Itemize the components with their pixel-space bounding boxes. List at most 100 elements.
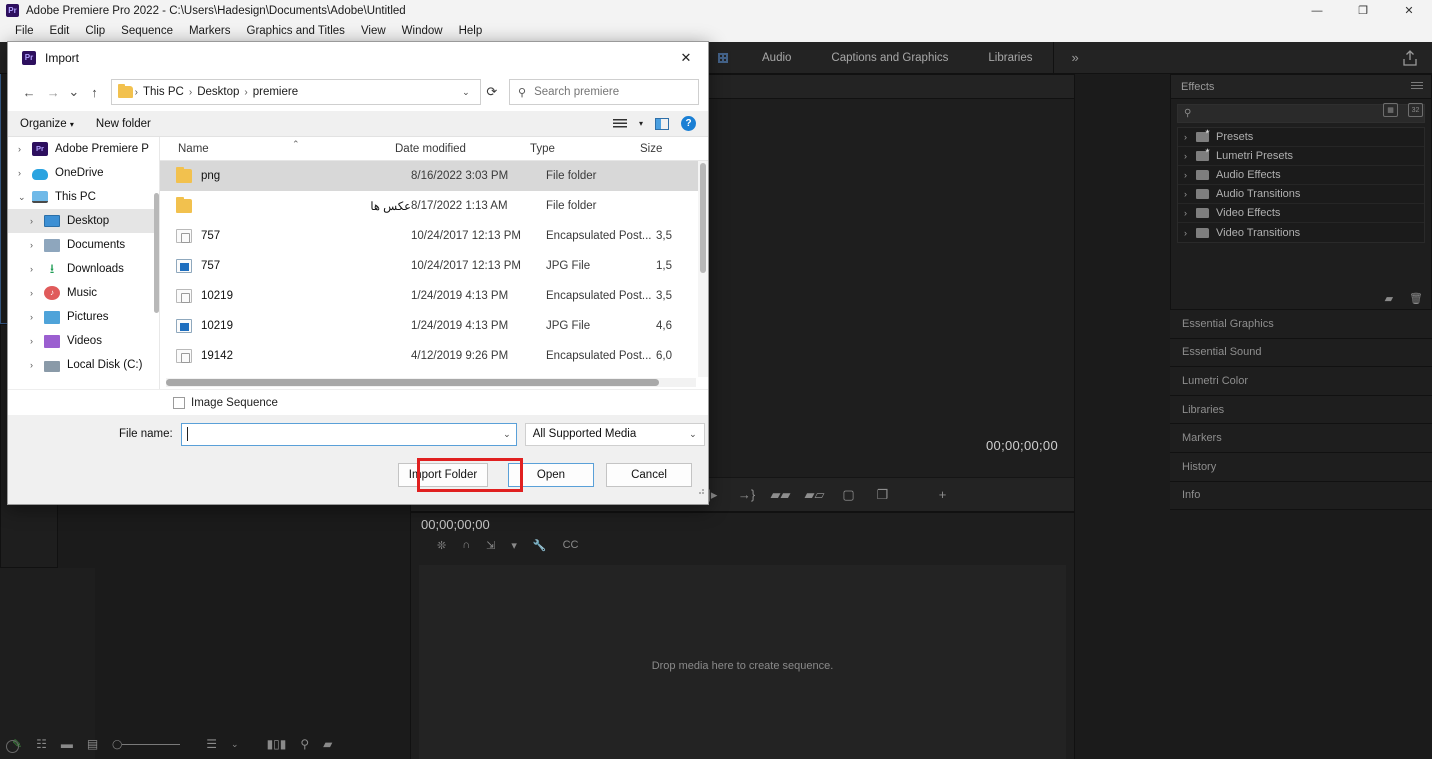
breadcrumb[interactable]: › This PC › Desktop › premiere ⌄: [110, 79, 481, 105]
menu-window[interactable]: Window: [394, 21, 451, 42]
column-header-size[interactable]: Size: [640, 143, 680, 155]
tree-item-local-disk-c[interactable]: › Local Disk (C:): [8, 353, 159, 377]
workspace-overflow-icon[interactable]: »: [1054, 50, 1097, 65]
menu-edit[interactable]: Edit: [42, 21, 78, 42]
table-row[interactable]: 757 10/24/2017 12:13 PM JPG File 1,5: [160, 251, 708, 281]
tab-libraries[interactable]: Libraries: [968, 42, 1052, 74]
timeline-drop-area[interactable]: Drop media here to create sequence.: [419, 565, 1066, 759]
chevron-down-icon[interactable]: ▾: [639, 119, 643, 128]
effects-item-presets[interactable]: › Presets: [1178, 128, 1424, 147]
find-icon[interactable]: ⚲: [300, 737, 309, 751]
linked-selection-icon[interactable]: ⇲: [486, 539, 495, 552]
tree-item-onedrive[interactable]: › OneDrive: [8, 161, 159, 185]
refresh-icon[interactable]: ⟳: [481, 79, 503, 105]
menu-clip[interactable]: Clip: [77, 21, 113, 42]
menu-markers[interactable]: Markers: [181, 21, 239, 42]
export-icon[interactable]: [1402, 50, 1418, 67]
file-name-input[interactable]: ⌄: [180, 422, 517, 446]
creative-cloud-icon[interactable]: [6, 740, 19, 753]
breadcrumb-premiere[interactable]: premiere: [248, 86, 303, 98]
view-list-icon[interactable]: [612, 118, 627, 129]
file-list-vertical-scrollbar[interactable]: [698, 161, 708, 377]
chevron-down-icon[interactable]: ⌄: [503, 429, 511, 440]
captions-icon[interactable]: CC: [563, 539, 579, 552]
scrollbar-thumb[interactable]: [700, 163, 706, 273]
effects-item-lumetri-presets[interactable]: › Lumetri Presets: [1178, 147, 1424, 166]
tree-scrollbar[interactable]: [154, 193, 159, 313]
chevron-right-icon[interactable]: ›: [18, 168, 32, 178]
search-input[interactable]: [534, 86, 691, 98]
delete-icon[interactable]: 🗑: [1409, 292, 1423, 305]
panel-info[interactable]: Info: [1170, 481, 1432, 511]
effects-panel-menu-icon[interactable]: [1411, 82, 1423, 91]
automate-to-sequence-icon[interactable]: ▮▯▮: [267, 737, 287, 751]
tab-captions-and-graphics[interactable]: Captions and Graphics: [811, 42, 968, 74]
organize-button[interactable]: Organize ▾: [20, 118, 74, 130]
table-row[interactable]: 10219 1/24/2019 4:13 PM JPG File 4,6: [160, 311, 708, 341]
tree-item-music[interactable]: › ♪ Music: [8, 281, 159, 305]
chevron-down-icon[interactable]: ⌄: [231, 739, 239, 750]
menu-graphics-and-titles[interactable]: Graphics and Titles: [239, 21, 353, 42]
table-row[interactable]: 10219 1/24/2019 4:13 PM Encapsulated Pos…: [160, 281, 708, 311]
dialog-close-icon[interactable]: ✕: [664, 42, 708, 73]
panel-libraries[interactable]: Libraries: [1170, 395, 1432, 425]
chevron-right-icon[interactable]: ›: [30, 288, 44, 298]
bit-depth-filter-icon[interactable]: 32: [1408, 103, 1423, 117]
tab-audio[interactable]: Audio: [742, 42, 811, 74]
timeline-settings-icon[interactable]: 🔧: [533, 539, 547, 552]
panel-essential-sound[interactable]: Essential Sound: [1170, 338, 1432, 368]
table-row[interactable]: عکس ها 8/17/2022 1:13 AM File folder: [160, 191, 708, 221]
menu-sequence[interactable]: Sequence: [113, 21, 181, 42]
chevron-down-icon[interactable]: ⌄: [18, 192, 32, 203]
column-header-date-modified[interactable]: Date modified: [395, 143, 530, 155]
extract-icon[interactable]: ▰▱: [798, 478, 832, 512]
chevron-right-icon[interactable]: ›: [30, 240, 44, 250]
accelerated-effects-filter-icon[interactable]: ▦: [1383, 103, 1398, 117]
menu-file[interactable]: File: [7, 21, 42, 42]
cancel-button[interactable]: Cancel: [606, 463, 692, 487]
go-to-out-icon[interactable]: →}: [730, 478, 764, 512]
chevron-right-icon[interactable]: ›: [30, 264, 44, 274]
close-icon[interactable]: ✕: [1386, 0, 1432, 21]
column-header-type[interactable]: Type: [530, 143, 640, 155]
new-bin-icon[interactable]: ▰: [323, 737, 332, 751]
table-row[interactable]: 19142 4/12/2019 9:26 PM Encapsulated Pos…: [160, 341, 708, 371]
nest-sequence-icon[interactable]: ❊: [437, 539, 446, 552]
breadcrumb-this-pc[interactable]: This PC: [138, 86, 189, 98]
table-row[interactable]: png 8/16/2022 3:03 PM File folder: [160, 161, 708, 191]
effects-item-audio-effects[interactable]: › Audio Effects: [1178, 166, 1424, 185]
maximize-icon[interactable]: ❐: [1340, 0, 1386, 21]
panel-markers[interactable]: Markers: [1170, 424, 1432, 453]
tree-item-videos[interactable]: › Videos: [8, 329, 159, 353]
resize-grip[interactable]: [696, 486, 705, 495]
preview-pane-icon[interactable]: [655, 117, 669, 130]
up-icon[interactable]: ↑: [82, 79, 106, 105]
back-icon[interactable]: ←: [17, 79, 41, 105]
menu-view[interactable]: View: [353, 21, 394, 42]
tree-item-this-pc[interactable]: ⌄ This PC: [8, 185, 159, 209]
panel-history[interactable]: History: [1170, 452, 1432, 482]
column-header-name[interactable]: Name: [160, 143, 395, 155]
image-sequence-checkbox[interactable]: [173, 396, 185, 409]
panel-essential-graphics[interactable]: Essential Graphics: [1170, 310, 1432, 339]
tree-item-pictures[interactable]: › Pictures: [8, 305, 159, 329]
tree-item-downloads[interactable]: › ⭳ Downloads: [8, 257, 159, 281]
breadcrumb-desktop[interactable]: Desktop: [192, 86, 244, 98]
list-view-icon[interactable]: ☷: [36, 737, 47, 751]
icon-view-icon[interactable]: ▬: [61, 737, 73, 751]
tree-item-documents[interactable]: › Documents: [8, 233, 159, 257]
snap-icon[interactable]: ∩: [462, 539, 470, 552]
tree-item-desktop[interactable]: › Desktop: [8, 209, 159, 233]
recent-locations-icon[interactable]: ⌄: [65, 79, 82, 105]
zoom-slider[interactable]: ◯: [112, 739, 181, 750]
effects-item-video-transitions[interactable]: › Video Transitions: [1178, 223, 1424, 242]
freeform-view-icon[interactable]: ▤: [87, 737, 98, 751]
chevron-right-icon[interactable]: ›: [30, 336, 44, 346]
table-row[interactable]: 757 10/24/2017 12:13 PM Encapsulated Pos…: [160, 221, 708, 251]
export-frame-icon[interactable]: ▢: [832, 478, 866, 512]
button-editor-icon[interactable]: +: [926, 478, 960, 512]
lift-icon[interactable]: ▰▰: [764, 478, 798, 512]
chevron-right-icon[interactable]: ›: [30, 312, 44, 322]
chevron-right-icon[interactable]: ›: [18, 144, 32, 154]
new-custom-bin-icon[interactable]: ▰: [1385, 292, 1393, 305]
